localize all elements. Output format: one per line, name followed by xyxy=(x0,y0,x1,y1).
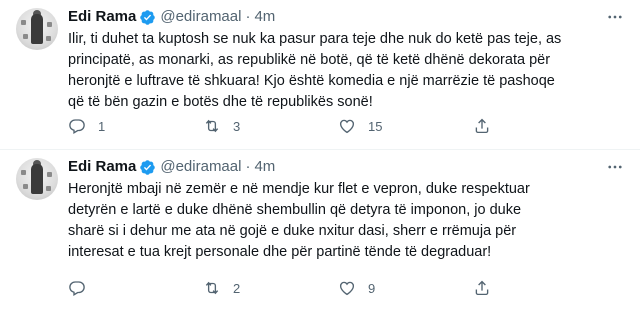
retweet-count: 2 xyxy=(233,280,241,296)
avatar-pattern xyxy=(47,172,52,177)
timestamp[interactable]: 4m xyxy=(254,156,275,178)
share-button[interactable] xyxy=(473,279,608,297)
reply-count: 1 xyxy=(98,118,106,134)
tweet-text: Heronjtë mbaji në zemër e në mendje kur … xyxy=(68,179,624,263)
author-handle[interactable]: @ediramaal xyxy=(160,6,241,28)
like-icon xyxy=(339,281,355,296)
tweet-actions: 2 9 xyxy=(68,278,624,298)
tweet-header: Edi Rama @ediramaal · 4m xyxy=(68,156,624,178)
tweet-text-line: Ilir, ti duhet ta kuptosh se nuk ka pasu… xyxy=(68,31,562,47)
share-icon xyxy=(475,118,489,134)
like-icon xyxy=(339,119,355,134)
more-icon xyxy=(608,165,622,169)
tweet-text-line: sharë si i dehur me ata në gojë e duke n… xyxy=(68,223,517,239)
author-name[interactable]: Edi Rama xyxy=(68,6,136,28)
separator: · xyxy=(245,8,251,25)
tweet-actions: 1 3 15 xyxy=(68,116,624,136)
avatar-figure xyxy=(31,164,43,194)
retweet-icon xyxy=(205,119,219,133)
retweet-button[interactable]: 3 xyxy=(203,117,338,135)
tweet-text: Ilir, ti duhet ta kuptosh se nuk ka pasu… xyxy=(68,29,624,113)
share-button[interactable] xyxy=(473,117,608,135)
avatar-pattern xyxy=(46,186,51,191)
verified-badge-icon xyxy=(140,9,156,25)
avatar-pattern xyxy=(21,170,26,175)
share-icon xyxy=(475,280,489,296)
like-button[interactable]: 9 xyxy=(338,279,473,297)
retweet-button[interactable]: 2 xyxy=(203,279,338,297)
more-button[interactable] xyxy=(604,158,626,176)
reply-button[interactable]: 1 xyxy=(68,117,203,135)
tweet-text-line: interesat e tua krejt personale dhe për … xyxy=(68,244,492,260)
retweet-count: 3 xyxy=(233,118,241,134)
avatar-pattern xyxy=(23,34,28,39)
like-button[interactable]: 15 xyxy=(338,117,473,135)
avatar-pattern xyxy=(47,22,52,27)
tweet[interactable]: Edi Rama @ediramaal · 4m Ilir, ti duhet … xyxy=(0,0,640,149)
avatar[interactable] xyxy=(16,158,58,200)
tweet-text-line: principatë, as monarki, as republikë në … xyxy=(68,52,551,68)
verified-badge-icon xyxy=(140,159,156,175)
tweet[interactable]: Edi Rama @ediramaal · 4m Heronjtë mbaji … xyxy=(0,149,640,311)
like-count: 9 xyxy=(368,280,376,296)
author-name[interactable]: Edi Rama xyxy=(68,156,136,178)
timestamp[interactable]: 4m xyxy=(254,6,275,28)
tweet-text-line: detyrën e lartë e duke dhënë shembullin … xyxy=(68,202,522,218)
avatar-pattern xyxy=(21,20,26,25)
like-count: 15 xyxy=(368,118,383,134)
reply-icon xyxy=(69,119,85,134)
tweet-text-line: heronjtë e luftrave të shkuara! Kjo ësht… xyxy=(68,73,555,89)
separator: · xyxy=(245,158,251,175)
retweet-icon xyxy=(205,281,219,295)
tweet-text-line: që të bën gazin e botës dhe të republikë… xyxy=(68,94,373,110)
reply-button[interactable] xyxy=(68,279,203,297)
tweet-text-line: Heronjtë mbaji në zemër e në mendje kur … xyxy=(68,181,530,197)
author-handle[interactable]: @ediramaal xyxy=(160,156,241,178)
more-icon xyxy=(608,15,622,19)
more-button[interactable] xyxy=(604,8,626,26)
avatar-pattern xyxy=(46,36,51,41)
avatar[interactable] xyxy=(16,8,58,50)
avatar-figure xyxy=(31,14,43,44)
reply-icon xyxy=(69,281,85,296)
avatar-pattern xyxy=(23,184,28,189)
tweet-header: Edi Rama @ediramaal · 4m xyxy=(68,6,624,28)
